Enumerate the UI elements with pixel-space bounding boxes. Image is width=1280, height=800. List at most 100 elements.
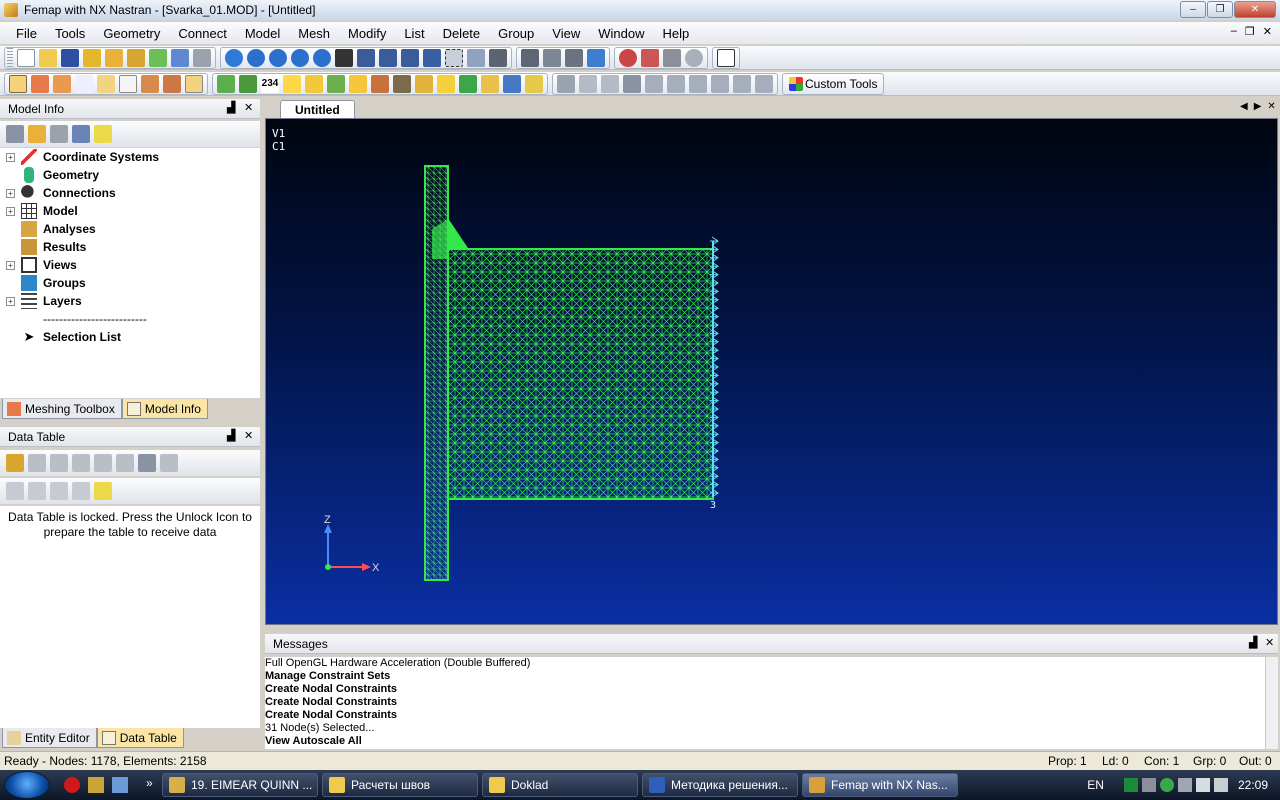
filter-icon[interactable] xyxy=(6,482,24,500)
clear-icon[interactable] xyxy=(116,454,134,472)
curve-icon[interactable] xyxy=(305,74,323,93)
toolbar-grip[interactable] xyxy=(7,47,13,68)
panes-icon[interactable] xyxy=(717,48,735,67)
tree-open-icon[interactable] xyxy=(28,125,46,143)
rotate-down-icon[interactable] xyxy=(313,48,331,67)
mesh-sizing-icon[interactable] xyxy=(239,74,257,93)
menu-model[interactable]: Model xyxy=(237,26,290,41)
sort-icon[interactable] xyxy=(94,454,112,472)
pin-icon[interactable]: ▟ xyxy=(1249,636,1257,649)
zoom-icon[interactable] xyxy=(423,48,441,67)
network-icon[interactable] xyxy=(1195,778,1210,792)
task-button-music[interactable]: 19. EIMEAR QUINN ... xyxy=(162,773,318,797)
solid-icon[interactable] xyxy=(565,48,583,67)
menu-file[interactable]: File xyxy=(8,26,47,41)
start-button[interactable] xyxy=(4,771,50,799)
analysis-icon[interactable] xyxy=(149,48,167,67)
zoom-window-icon[interactable] xyxy=(445,48,463,67)
constraint-icon[interactable] xyxy=(459,74,477,93)
zoom-fit-icon[interactable] xyxy=(467,48,485,67)
load-icon[interactable] xyxy=(437,74,455,93)
menu-tools[interactable]: Tools xyxy=(47,26,95,41)
close-icon[interactable]: ✕ xyxy=(1265,636,1274,649)
tree-item-groups[interactable]: Groups xyxy=(6,274,86,292)
element-icon[interactable] xyxy=(415,74,433,93)
graphics-window[interactable]: V1 C1 3 Z X xyxy=(265,118,1278,625)
menu-connect[interactable]: Connect xyxy=(170,26,236,41)
menu-help[interactable]: Help xyxy=(654,26,699,41)
filter-icon[interactable] xyxy=(733,74,751,93)
mesh-icon[interactable] xyxy=(217,74,235,93)
charting-icon[interactable] xyxy=(163,74,181,93)
tab-meshing-toolbox[interactable]: Meshing Toolbox xyxy=(2,399,122,419)
entity-editor-icon[interactable] xyxy=(75,74,93,93)
tab-model-info[interactable]: Model Info xyxy=(121,399,208,419)
pin-icon[interactable]: ▟ xyxy=(227,429,235,442)
mdi-restore-button[interactable]: ❐ xyxy=(1245,25,1255,38)
highlight-icon[interactable] xyxy=(94,125,112,143)
language-indicator[interactable]: EN xyxy=(1087,778,1104,792)
save-table-icon[interactable] xyxy=(50,454,68,472)
node-id-icon[interactable]: 234 xyxy=(261,74,279,93)
entity-list-icon[interactable] xyxy=(521,48,539,67)
tree-item-connections[interactable]: + Connections xyxy=(6,184,116,202)
tray-check-icon[interactable] xyxy=(1159,778,1174,792)
clipboard-icon[interactable] xyxy=(755,74,773,93)
tray-device-icon[interactable] xyxy=(1177,778,1192,792)
node-icon[interactable] xyxy=(393,74,411,93)
task-button-doklad[interactable]: Doklad xyxy=(482,773,638,797)
program-file-icon[interactable] xyxy=(141,74,159,93)
tree-send-icon[interactable] xyxy=(72,125,90,143)
close-button[interactable]: ✕ xyxy=(1234,1,1276,18)
view-tab-untitled[interactable]: Untitled xyxy=(280,100,355,119)
deform-icon[interactable] xyxy=(557,74,575,93)
pin-icon[interactable]: ▟ xyxy=(227,101,235,114)
femap-quicklaunch-icon[interactable] xyxy=(88,777,104,793)
postprocessing-icon[interactable] xyxy=(53,74,71,93)
menu-mesh[interactable]: Mesh xyxy=(290,26,340,41)
custom-tools-button[interactable]: Custom Tools xyxy=(782,72,885,95)
tab-data-table[interactable]: Data Table xyxy=(96,728,184,748)
messages-icon[interactable] xyxy=(185,74,203,93)
pick-icon[interactable] xyxy=(641,48,659,67)
check-icon[interactable] xyxy=(525,74,543,93)
contour-icon[interactable] xyxy=(579,74,597,93)
select-all-icon[interactable] xyxy=(50,482,68,500)
close-icon[interactable]: ✕ xyxy=(244,429,253,442)
view-style-icon[interactable] xyxy=(489,48,507,67)
mdi-minimize-button[interactable]: – xyxy=(1231,25,1237,38)
restore-button[interactable]: ❐ xyxy=(1207,1,1233,18)
model-info-icon[interactable] xyxy=(9,74,27,93)
api-icon[interactable] xyxy=(119,74,137,93)
tree-item-geometry[interactable]: Geometry xyxy=(6,166,99,184)
task-button-femap[interactable]: Femap with NX Nas... xyxy=(802,773,958,797)
minimize-button[interactable]: – xyxy=(1180,1,1206,18)
copy-icon[interactable] xyxy=(28,454,46,472)
menu-view[interactable]: View xyxy=(544,26,590,41)
point-icon[interactable] xyxy=(283,74,301,93)
tree-item-analyses[interactable]: Analyses xyxy=(6,220,96,238)
messages-scrollbar[interactable] xyxy=(1265,657,1278,749)
deselect-icon[interactable] xyxy=(72,482,90,500)
meshing-toolbox-icon[interactable] xyxy=(31,74,49,93)
menu-geometry[interactable]: Geometry xyxy=(95,26,170,41)
braces-icon[interactable] xyxy=(667,74,685,93)
add-column-icon[interactable] xyxy=(138,454,156,472)
tree-item-results[interactable]: Results xyxy=(6,238,86,256)
tree-filter-icon[interactable] xyxy=(50,125,68,143)
new-file-icon[interactable] xyxy=(17,48,35,67)
save-icon[interactable] xyxy=(61,48,79,67)
pan-icon[interactable] xyxy=(335,48,353,67)
rotate-left-icon[interactable] xyxy=(247,48,265,67)
task-button-word[interactable]: Методика решения... xyxy=(642,773,798,797)
data-surface-icon[interactable] xyxy=(645,74,663,93)
tree-expand-icon[interactable] xyxy=(6,125,24,143)
tree-item-views[interactable]: + Views xyxy=(6,256,77,274)
data-table-icon[interactable] xyxy=(97,74,115,93)
solid-geom-icon[interactable] xyxy=(371,74,389,93)
tree-item-selection-list[interactable]: ➤ Selection List xyxy=(6,328,121,346)
snap-icon[interactable] xyxy=(357,48,375,67)
menu-modify[interactable]: Modify xyxy=(340,26,396,41)
expand-icon[interactable]: + xyxy=(6,260,15,270)
open-folder-icon[interactable] xyxy=(39,48,57,67)
